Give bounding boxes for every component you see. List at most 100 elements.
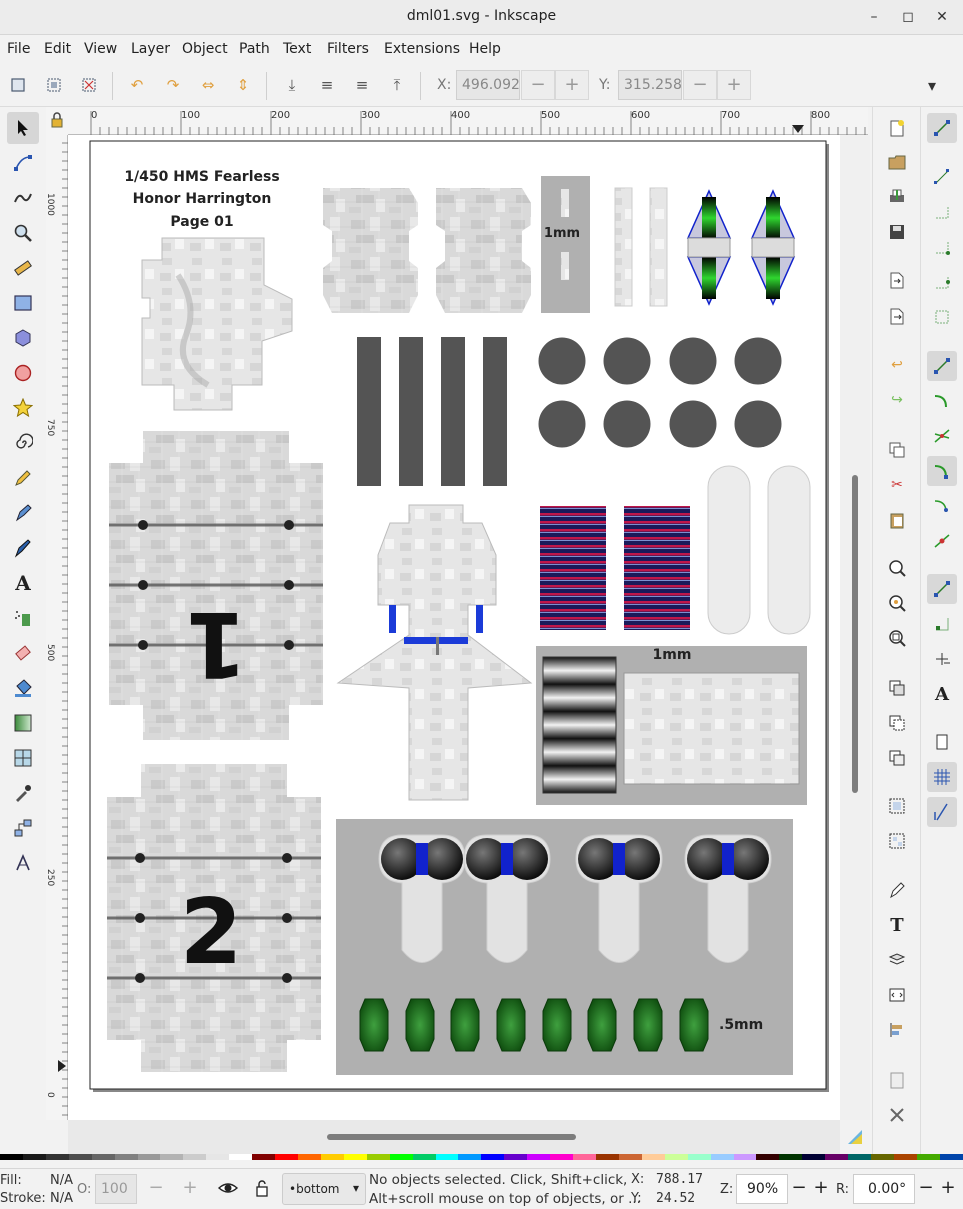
palette-swatch[interactable]: [481, 1154, 505, 1160]
palette-swatch[interactable]: [550, 1154, 574, 1160]
lpe-tool-icon[interactable]: [7, 847, 39, 879]
menu-edit[interactable]: Edit: [44, 41, 71, 57]
select-all-icon[interactable]: [6, 73, 30, 97]
color-palette[interactable]: [0, 1154, 963, 1164]
palette-swatch[interactable]: [687, 1154, 711, 1160]
horizontal-scroll-thumb[interactable]: [327, 1134, 576, 1140]
rotation-input[interactable]: 0.00°: [853, 1174, 915, 1204]
snap-intersections-icon[interactable]: [927, 421, 957, 451]
palette-swatch[interactable]: [137, 1154, 161, 1160]
rotate-ccw-icon[interactable]: ↶: [125, 73, 149, 97]
palette-swatch[interactable]: [0, 1154, 23, 1160]
palette-swatch[interactable]: [45, 1154, 69, 1160]
open-document-icon[interactable]: [884, 149, 910, 175]
paste-icon[interactable]: [884, 507, 910, 533]
document-svg[interactable]: 1/450 HMS Fearless Honor Harrington Page…: [68, 135, 840, 1120]
y-decrement-button[interactable]: −: [683, 70, 717, 100]
lower-icon[interactable]: ≡: [315, 73, 339, 97]
vertical-scrollbar[interactable]: [840, 135, 870, 1120]
snap-grid-icon[interactable]: [927, 762, 957, 792]
tweak-tool-icon[interactable]: [7, 182, 39, 214]
export-icon[interactable]: [884, 303, 910, 329]
document-properties-icon[interactable]: [884, 1067, 910, 1093]
redo-icon[interactable]: ↪: [884, 387, 910, 413]
layer-lock-icon[interactable]: [251, 1178, 275, 1200]
palette-swatch[interactable]: [343, 1154, 367, 1160]
palette-swatch[interactable]: [252, 1154, 276, 1160]
palette-swatch[interactable]: [916, 1154, 940, 1160]
rotate-ccw-button[interactable]: −: [915, 1174, 937, 1204]
snap-smooth-nodes-icon[interactable]: [927, 491, 957, 521]
vertical-scroll-thumb[interactable]: [852, 475, 858, 793]
snap-bbox-corner-icon[interactable]: [927, 232, 957, 262]
palette-swatch[interactable]: [229, 1154, 253, 1160]
palette-swatch[interactable]: [595, 1154, 619, 1160]
selector-tool-icon[interactable]: [7, 112, 39, 144]
flip-horizontal-icon[interactable]: ⇔: [196, 73, 220, 97]
stroke-value[interactable]: N/A: [50, 1191, 73, 1206]
palette-swatch[interactable]: [297, 1154, 321, 1160]
palette-swatch[interactable]: [206, 1154, 230, 1160]
undo-icon[interactable]: ↩: [884, 352, 910, 378]
opacity-increment-button[interactable]: +: [173, 1174, 207, 1204]
palette-swatch[interactable]: [366, 1154, 390, 1160]
rotate-cw-icon[interactable]: ↷: [161, 73, 185, 97]
maximize-button[interactable]: ◻: [896, 6, 920, 28]
layer-dropdown[interactable]: •bottom ▾: [282, 1173, 366, 1205]
palette-swatch[interactable]: [504, 1154, 528, 1160]
palette-swatch[interactable]: [664, 1154, 688, 1160]
menu-view[interactable]: View: [84, 41, 117, 57]
import-icon[interactable]: [884, 267, 910, 293]
palette-swatch[interactable]: [848, 1154, 872, 1160]
measure-tool-icon[interactable]: [7, 252, 39, 284]
palette-swatch[interactable]: [275, 1154, 298, 1160]
pencil-tool-icon[interactable]: [7, 462, 39, 494]
snap-nodes-icon[interactable]: [927, 351, 957, 381]
zoom-drawing-icon[interactable]: [884, 590, 910, 616]
guide-lock[interactable]: [46, 107, 68, 135]
menu-text[interactable]: Text: [283, 41, 311, 57]
palette-swatch[interactable]: [939, 1154, 963, 1160]
menu-path[interactable]: Path: [239, 41, 270, 57]
minimize-button[interactable]: –: [862, 6, 886, 28]
layer-visibility-icon[interactable]: [217, 1178, 241, 1200]
flip-vertical-icon[interactable]: ⇕: [231, 73, 255, 97]
snap-text-baseline-icon[interactable]: A: [927, 679, 957, 709]
3d-box-tool-icon[interactable]: [7, 322, 39, 354]
snap-line-midpoints-icon[interactable]: [927, 526, 957, 556]
palette-swatch[interactable]: [320, 1154, 344, 1160]
horizontal-scrollbar[interactable]: [68, 1120, 862, 1154]
unlink-clone-icon[interactable]: [884, 745, 910, 771]
palette-swatch[interactable]: [389, 1154, 413, 1160]
calligraphy-tool-icon[interactable]: [7, 532, 39, 564]
palette-swatch[interactable]: [802, 1154, 826, 1160]
node-tool-icon[interactable]: [7, 147, 39, 179]
zoom-tool-icon[interactable]: [7, 217, 39, 249]
dropper-tool-icon[interactable]: [7, 777, 39, 809]
paint-bucket-tool-icon[interactable]: [7, 672, 39, 704]
snap-object-midpoints-icon[interactable]: [927, 609, 957, 639]
rotate-cw-button[interactable]: +: [937, 1174, 959, 1204]
text-font-icon[interactable]: T: [884, 912, 910, 938]
fill-value[interactable]: N/A: [50, 1173, 73, 1188]
palette-swatch[interactable]: [91, 1154, 115, 1160]
zoom-page-icon[interactable]: [884, 625, 910, 651]
spray-tool-icon[interactable]: [7, 602, 39, 634]
snap-bbox-edge-icon[interactable]: [927, 197, 957, 227]
deselect-icon[interactable]: [77, 73, 101, 97]
drawing-canvas[interactable]: 1/450 HMS Fearless Honor Harrington Page…: [68, 135, 840, 1120]
connector-tool-icon[interactable]: [7, 812, 39, 844]
mesh-tool-icon[interactable]: [7, 742, 39, 774]
align-distribute-icon[interactable]: [884, 1017, 910, 1043]
vertical-ruler[interactable]: 1000 750 500 250 0: [45, 135, 68, 1120]
y-increment-button[interactable]: +: [717, 70, 751, 100]
palette-swatch[interactable]: [871, 1154, 894, 1160]
snap-bbox-midpoint-icon[interactable]: [927, 267, 957, 297]
close-button[interactable]: ✕: [930, 6, 954, 28]
palette-swatch[interactable]: [527, 1154, 551, 1160]
menu-file[interactable]: File: [7, 41, 30, 57]
star-tool-icon[interactable]: [7, 392, 39, 424]
zoom-selection-icon[interactable]: [884, 555, 910, 581]
zoom-input[interactable]: 90%: [736, 1174, 788, 1204]
gradient-tool-icon[interactable]: [7, 707, 39, 739]
